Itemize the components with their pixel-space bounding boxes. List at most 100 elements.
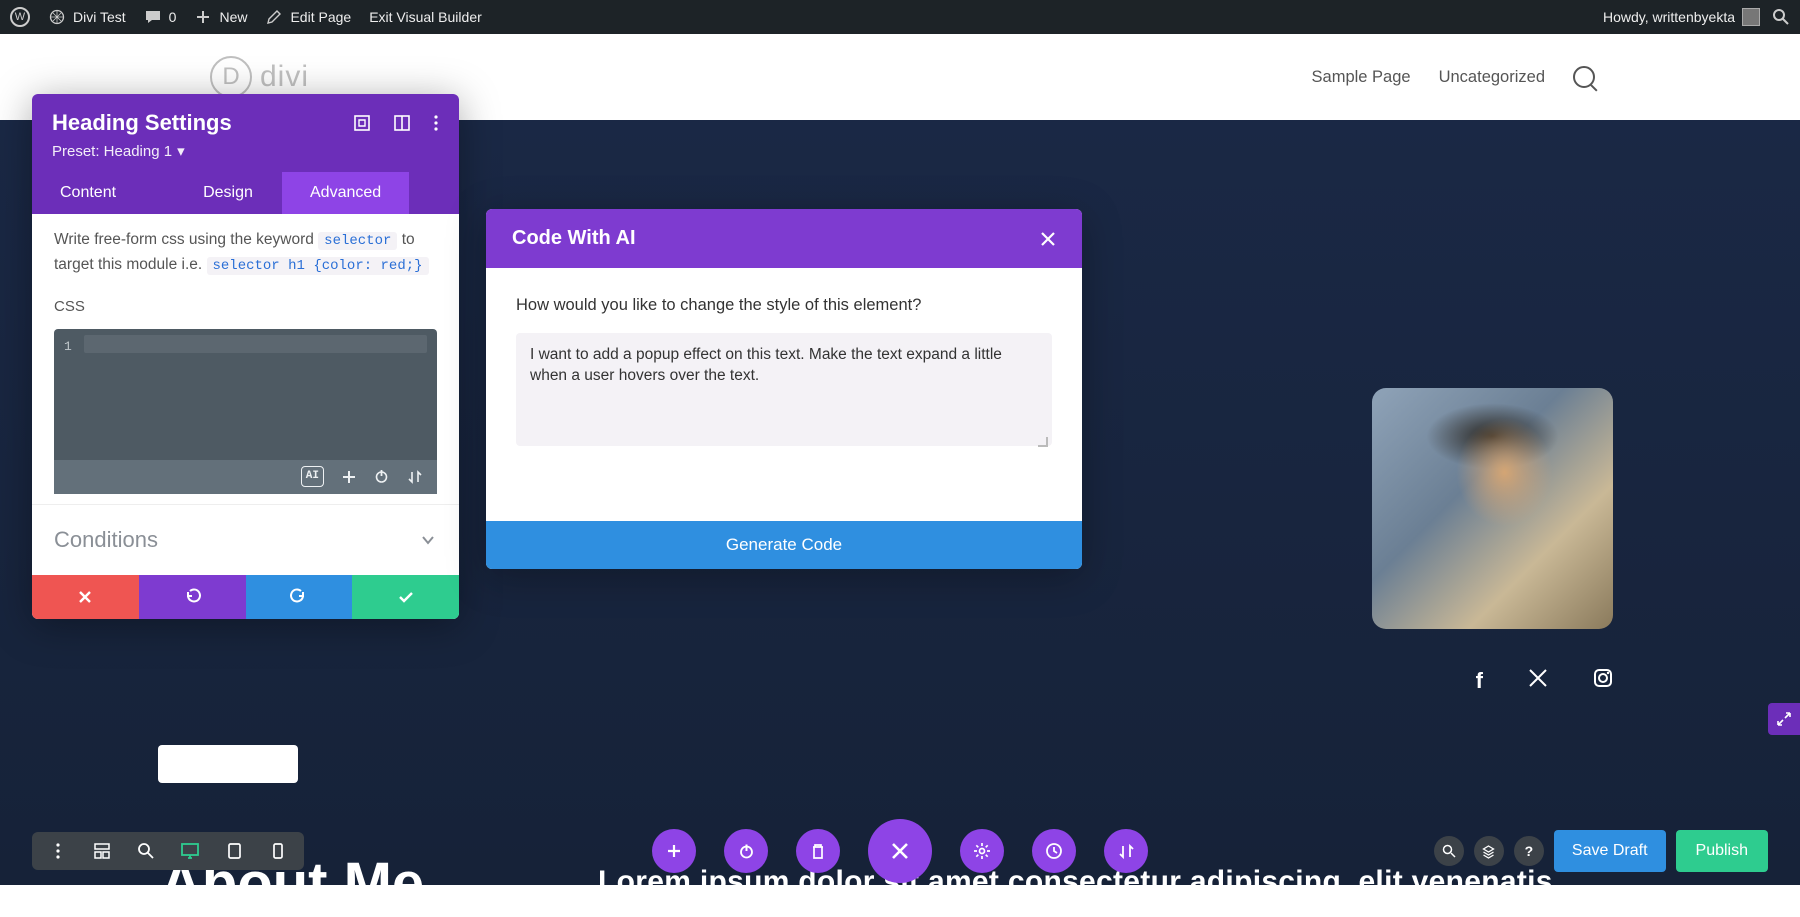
ai-prompt-textarea[interactable] [516, 333, 1052, 446]
ai-modal-header[interactable]: Code With AI [486, 209, 1082, 268]
nav-sample-page[interactable]: Sample Page [1312, 68, 1411, 87]
css-code-editor[interactable]: 1 AI [54, 329, 437, 494]
preset-label: Preset: Heading 1 [52, 143, 172, 160]
conditions-label: Conditions [54, 527, 158, 553]
add-button[interactable] [652, 829, 696, 873]
code-line-number: 1 [64, 337, 72, 357]
keyword-selector: selector [318, 232, 397, 250]
tab-design[interactable]: Design [174, 172, 282, 214]
pencil-icon [265, 8, 283, 26]
ai-button[interactable]: AI [301, 466, 324, 487]
settings-button[interactable] [960, 829, 1004, 873]
close-button[interactable] [1040, 231, 1056, 247]
admin-search[interactable] [1772, 8, 1790, 26]
instagram-icon[interactable] [1593, 668, 1613, 694]
plus-icon [194, 8, 212, 26]
edit-page-label: Edit Page [290, 9, 351, 25]
history-button[interactable] [1032, 829, 1076, 873]
wireframe-icon[interactable] [92, 842, 112, 860]
more-icon[interactable] [433, 114, 439, 132]
exit-vb-label: Exit Visual Builder [369, 9, 482, 25]
panel-body: Write free-form css using the keyword se… [32, 214, 459, 504]
confirm-button[interactable] [352, 575, 459, 619]
exit-visual-builder[interactable]: Exit Visual Builder [369, 9, 482, 25]
howdy-text: Howdy, writtenbyekta [1603, 9, 1735, 25]
avatar [1742, 8, 1760, 26]
undo-button[interactable] [139, 575, 246, 619]
keyword-example: selector h1 {color: red;} [207, 257, 429, 275]
expand-icon[interactable] [353, 114, 371, 132]
close-builder-button[interactable] [868, 819, 932, 883]
panel-header[interactable]: Heading Settings Preset: Heading 1 ▾ [32, 94, 459, 172]
panel-title: Heading Settings [52, 110, 232, 136]
chevron-down-icon [419, 531, 437, 549]
hero-portrait-image [1372, 388, 1613, 629]
new-menu[interactable]: New [194, 8, 247, 26]
facebook-icon[interactable]: f [1476, 668, 1483, 694]
help-button[interactable]: ? [1514, 836, 1544, 866]
split-view-icon[interactable] [393, 114, 411, 132]
comment-icon [144, 8, 162, 26]
more-menu-icon[interactable] [48, 842, 68, 860]
sort-button[interactable] [1104, 829, 1148, 873]
css-helper-text: Write free-form css using the keyword se… [54, 228, 437, 277]
code-toolbar: AI [54, 460, 437, 494]
layers-button[interactable] [1474, 836, 1504, 866]
zoom-icon[interactable] [136, 842, 156, 860]
new-label: New [219, 9, 247, 25]
wp-logo-menu[interactable]: W [10, 7, 30, 27]
builder-center-controls [652, 819, 1148, 883]
view-controls [32, 832, 304, 870]
divi-logo-icon: D [210, 56, 252, 98]
builder-right-controls: ? Save Draft Publish [1434, 830, 1768, 872]
phone-icon[interactable] [268, 842, 288, 860]
resize-handle-icon[interactable] [1038, 437, 1048, 447]
edit-page[interactable]: Edit Page [265, 8, 351, 26]
comments-count: 0 [169, 9, 177, 25]
save-draft-button[interactable]: Save Draft [1554, 830, 1666, 872]
find-button[interactable] [1434, 836, 1464, 866]
code-line-highlight [84, 335, 427, 353]
expand-panel-tab[interactable] [1768, 703, 1800, 735]
tablet-icon[interactable] [224, 842, 244, 860]
generate-code-button[interactable]: Generate Code [486, 521, 1082, 569]
panel-footer [32, 575, 459, 619]
add-icon[interactable] [342, 470, 356, 484]
comments-menu[interactable]: 0 [144, 8, 177, 26]
power-button[interactable] [724, 829, 768, 873]
social-icons: f [1476, 668, 1613, 694]
chevron-down-icon: ▾ [177, 142, 185, 160]
ai-modal-title: Code With AI [512, 227, 636, 250]
ai-modal-body: How would you like to change the style o… [486, 268, 1082, 461]
x-twitter-icon[interactable] [1528, 668, 1548, 694]
download-button[interactable] [158, 745, 298, 783]
css-label: CSS [54, 295, 437, 318]
redo-button[interactable] [246, 575, 353, 619]
site-nav: Sample Page Uncategorized [1312, 66, 1595, 88]
power-icon[interactable] [374, 469, 389, 484]
publish-button[interactable]: Publish [1676, 830, 1768, 872]
code-with-ai-modal: Code With AI How would you like to chang… [486, 209, 1082, 569]
trash-button[interactable] [796, 829, 840, 873]
howdy-menu[interactable]: Howdy, writtenbyekta [1603, 8, 1760, 26]
divi-logo-text: divi [260, 60, 309, 94]
tab-content[interactable]: Content [32, 172, 174, 214]
tab-advanced[interactable]: Advanced [282, 172, 409, 214]
divi-logo[interactable]: D divi [210, 56, 309, 98]
site-name: Divi Test [73, 9, 126, 25]
wp-admin-bar: W Divi Test 0 New Edit Page [0, 0, 1800, 34]
cancel-button[interactable] [32, 575, 139, 619]
conditions-section[interactable]: Conditions [32, 504, 459, 575]
ai-prompt-label: How would you like to change the style o… [516, 296, 1052, 315]
desktop-icon[interactable] [180, 842, 200, 860]
sort-icon[interactable] [407, 469, 423, 485]
preset-selector[interactable]: Preset: Heading 1 ▾ [52, 142, 439, 160]
wordpress-icon: W [10, 7, 30, 27]
panel-tabs: Content Design Advanced [32, 172, 459, 214]
site-menu[interactable]: Divi Test [48, 8, 126, 26]
search-icon [1772, 8, 1790, 26]
builder-bottom-bar: ? Save Draft Publish [0, 817, 1800, 885]
nav-uncategorized[interactable]: Uncategorized [1439, 68, 1545, 87]
search-icon[interactable] [1573, 66, 1595, 88]
heading-settings-panel: Heading Settings Preset: Heading 1 ▾ Con… [32, 94, 459, 619]
